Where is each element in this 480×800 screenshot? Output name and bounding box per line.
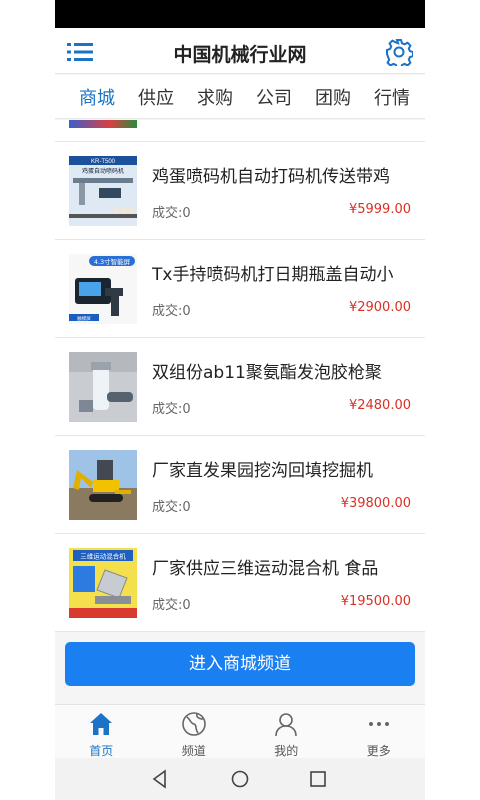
product-price: ¥2480.00 [348,398,411,413]
bottom-tab-mine[interactable]: 我的 [240,705,333,758]
bottom-tab-label: 更多 [366,744,391,758]
product-thumbnail [69,120,137,128]
tab-purchase[interactable]: 求购 [197,84,233,110]
list-item[interactable]: 双组份ab11聚氨酯发泡胶枪聚 成交:0 ¥2480.00 [55,338,425,436]
system-nav-bar [55,758,425,800]
enter-mall-button[interactable]: 进入商城频道 [65,642,415,686]
sold-count: 成交:0 [152,304,191,319]
page-title: 中国机械行业网 [173,44,307,66]
thumb-sub-text: 触摸屏 [77,315,91,322]
thumb-model-text: 三维运动混合机 [80,552,126,561]
list-item[interactable]: KR-T500 鸡蛋自动喷码机 鸡蛋喷码机自动打码机传送带鸡 成交:0 ¥599… [55,142,425,240]
product-list: KR-T500 鸡蛋自动喷码机 鸡蛋喷码机自动打码机传送带鸡 成交:0 ¥599… [55,120,425,632]
list-item[interactable]: 4.3寸智能屏 触摸屏 Tx手持喷码机打日期瓶盖自动小 成交:0 ¥2900.0… [55,240,425,338]
bottom-tab-home[interactable]: 首页 [55,705,148,758]
screen: 中国机械行业网 商城 供应 求购 公司 团购 行情 KR-T500 鸡蛋自动喷码… [0,0,480,800]
bottom-tab-more[interactable]: 更多 [333,705,426,758]
category-tabs: 商城 供应 求购 公司 团购 行情 [55,75,425,119]
thumb-sub-text: 鸡蛋自动喷码机 [82,167,124,175]
list-item[interactable]: 三维运动混合机 厂家供应三维运动混合机 食品 成交:0 ¥19500.00 [55,534,425,632]
product-price: ¥19500.00 [340,594,411,609]
bottom-tab-channel[interactable]: 频道 [148,705,241,758]
tab-mall[interactable]: 商城 [79,84,115,110]
list-item-partial[interactable] [55,120,425,142]
product-thumbnail [69,352,137,422]
bottom-tab-label: 首页 [89,744,114,758]
product-price: ¥2900.00 [348,300,411,315]
bottom-tab-bar: 首页 频道 我的 更多 [55,704,425,758]
sold-count: 成交:0 [152,402,191,417]
product-thumbnail: 三维运动混合机 [69,548,137,618]
product-thumbnail: 4.3寸智能屏 触摸屏 [69,254,137,324]
sold-count: 成交:0 [152,500,191,515]
status-bar [55,0,425,28]
tab-supply[interactable]: 供应 [138,84,174,110]
list-item[interactable]: 厂家直发果园挖沟回填挖掘机 成交:0 ¥39800.00 [55,436,425,534]
product-price: ¥39800.00 [340,496,411,511]
gear-icon[interactable] [385,38,413,66]
more-icon [368,722,389,726]
product-title: 厂家供应三维运动混合机 食品 [152,559,379,579]
globe-icon [181,712,206,736]
recents-icon[interactable] [309,769,327,789]
user-icon [275,713,298,737]
sold-count: 成交:0 [152,598,191,613]
thumb-model-text: KR-T500 [91,159,116,165]
tab-group-buy[interactable]: 团购 [315,84,351,110]
product-title: 厂家直发果园挖沟回填挖掘机 [152,461,373,481]
back-icon[interactable] [151,769,169,789]
product-title: 双组份ab11聚氨酯发泡胶枪聚 [152,363,382,383]
phone-frame: 中国机械行业网 商城 供应 求购 公司 团购 行情 KR-T500 鸡蛋自动喷码… [55,0,425,800]
bottom-tab-label: 频道 [181,744,206,758]
home-icon [90,713,113,735]
home-circle-icon[interactable] [230,769,250,789]
tab-market[interactable]: 行情 [374,84,410,110]
product-title: Tx手持喷码机打日期瓶盖自动小 [152,265,394,285]
product-price: ¥5999.00 [348,202,411,217]
tab-company[interactable]: 公司 [256,84,292,110]
header: 中国机械行业网 [55,28,425,74]
thumb-model-text: 4.3寸智能屏 [94,257,131,266]
product-title: 鸡蛋喷码机自动打码机传送带鸡 [152,167,390,187]
product-thumbnail: KR-T500 鸡蛋自动喷码机 [69,156,137,226]
sold-count: 成交:0 [152,206,191,221]
product-thumbnail [69,450,137,520]
bottom-tab-label: 我的 [274,744,299,758]
